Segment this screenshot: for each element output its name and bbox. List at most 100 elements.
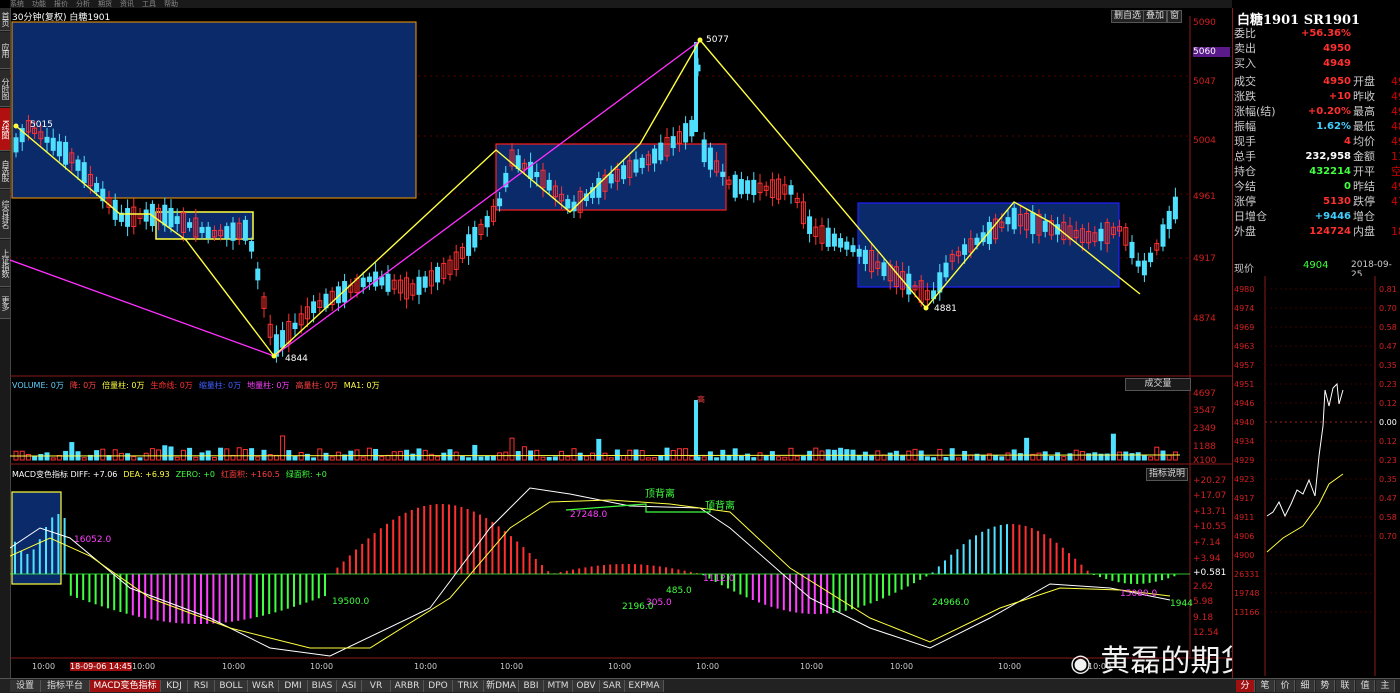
quote-row-key: 卖出 — [1234, 41, 1256, 57]
volume-bar — [1111, 434, 1115, 460]
volume-bar — [26, 455, 30, 460]
indicator-tab-6[interactable]: W&R — [248, 680, 279, 692]
macd-histogram-bar — [578, 568, 580, 574]
left-tab-1[interactable]: 应用 — [0, 32, 10, 69]
left-tab-2[interactable]: 分时图 — [0, 70, 10, 107]
macd-histogram-bar — [777, 574, 779, 609]
indicator-tab-2[interactable]: MACD变色指标 — [90, 680, 161, 692]
indicator-tab-19[interactable]: EXPMA — [625, 680, 664, 692]
quote-tab-1[interactable]: 笔 — [1256, 680, 1275, 692]
macd-histogram-bar — [219, 574, 221, 623]
indicator-tab-11[interactable]: ARBR — [391, 680, 424, 692]
quote-tab-3[interactable]: 细 — [1296, 680, 1315, 692]
candle-body — [944, 263, 948, 277]
menu-item[interactable]: 功能 — [32, 0, 46, 8]
window-button[interactable]: 窗 — [1167, 10, 1182, 23]
indicator-tab-8[interactable]: BIAS — [308, 680, 337, 692]
indicator-tab-10[interactable]: VR — [362, 680, 391, 692]
menu-item[interactable]: 期货 — [98, 0, 112, 8]
pivot-marker — [272, 354, 277, 359]
menu-item[interactable]: 工具 — [142, 0, 156, 8]
indicator-tab-5[interactable]: BOLL — [215, 680, 248, 692]
macd-histogram-bar — [684, 571, 686, 574]
menu-item[interactable]: 帮助 — [164, 0, 178, 8]
left-tab-3[interactable]: K线图 — [0, 108, 10, 151]
left-tab-0[interactable]: 首页 — [0, 8, 10, 31]
macd-histogram-bar — [1087, 571, 1089, 574]
indicator-tab-18[interactable]: SAR — [600, 680, 625, 692]
quote-row: 委比+56.36% — [1233, 26, 1400, 42]
volume-bar — [144, 453, 148, 460]
menu-item[interactable]: 系统 — [10, 0, 24, 8]
candle-body — [95, 184, 99, 192]
quote-tab-6[interactable]: 值 — [1356, 680, 1375, 692]
mini-price-tick: 4957 — [1234, 361, 1254, 370]
volume-bar — [857, 456, 861, 460]
candle-body — [1006, 218, 1010, 224]
indicator-tab-7[interactable]: DMI — [279, 680, 308, 692]
macd-histogram-bar — [820, 574, 822, 614]
indicator-tab-15[interactable]: BBI — [519, 680, 544, 692]
quote-tab-4[interactable]: 势 — [1316, 680, 1335, 692]
left-tab-4[interactable]: 自选股 — [0, 152, 10, 189]
volume-bar — [609, 458, 613, 460]
indicator-tab-3[interactable]: KDJ — [161, 680, 188, 692]
mini-pct-tick: 0.70 — [1379, 532, 1397, 541]
macd-histogram-bar — [188, 574, 190, 624]
volume-bar — [591, 453, 595, 460]
remove-watch-button[interactable]: 删自选 — [1111, 10, 1144, 23]
candle-body — [634, 160, 638, 172]
indicator-tab-12[interactable]: DPO — [424, 680, 453, 692]
volume-button[interactable]: 成交量 — [1125, 378, 1191, 391]
indicator-tab-0[interactable]: 设置 — [10, 680, 41, 692]
indicator-tab-4[interactable]: RSI — [188, 680, 215, 692]
volume-bar — [870, 455, 874, 460]
left-tab-5[interactable]: 综合排名 — [0, 190, 10, 239]
indicator-tab-9[interactable]: ASI — [337, 680, 362, 692]
candle-body — [694, 42, 698, 132]
volume-bar — [694, 400, 698, 460]
quote-stat-value2: 114.8 — [1391, 149, 1400, 165]
left-tab-6[interactable]: 上证指数 — [0, 240, 10, 287]
mini-price-tick: 4946 — [1234, 399, 1254, 408]
quote-tab-0[interactable]: 分 — [1236, 680, 1255, 692]
quote-stat-key: 成交 — [1234, 74, 1256, 90]
macd-histogram-bar — [454, 505, 456, 574]
menu-item[interactable]: 资讯 — [120, 0, 134, 8]
volume-bar — [814, 448, 818, 460]
candle-body — [1130, 242, 1134, 257]
intraday-mini-chart[interactable]: 4980497449694963495749514946494049344929… — [1233, 276, 1400, 676]
mini-pct-tick: 0.58 — [1379, 513, 1397, 522]
time-tick: 10:00 — [696, 662, 719, 671]
volume-bar — [733, 449, 737, 460]
quote-stat-value: 432214 — [1279, 164, 1351, 180]
macd-histogram-bar — [963, 544, 965, 574]
overlay-button[interactable]: 叠加 — [1143, 10, 1167, 23]
indicator-tab-1[interactable]: 指标平台 — [41, 680, 90, 692]
menu-item[interactable]: 报价 — [54, 0, 68, 8]
indicator-tab-17[interactable]: OBV — [573, 680, 600, 692]
indicator-tab-14[interactable]: 新DMA — [484, 680, 519, 692]
quote-tab-5[interactable]: 联 — [1336, 680, 1355, 692]
volume-bar — [801, 457, 805, 460]
macd-histogram-bar — [659, 566, 661, 574]
menu-item[interactable]: 分析 — [76, 0, 90, 8]
quote-stat-value2: 49 — [1391, 134, 1400, 150]
kline-chart-svg[interactable] — [10, 8, 1232, 678]
quote-tab-2[interactable]: 价 — [1276, 680, 1295, 692]
candle-body — [293, 323, 297, 328]
macd-histogram-bar — [975, 535, 977, 574]
indicator-tab-16[interactable]: MTM — [544, 680, 573, 692]
volume-bar — [132, 457, 136, 460]
price-tick: 5090 — [1193, 18, 1216, 28]
macd-histogram-bar — [1111, 574, 1113, 581]
candle-body — [963, 245, 967, 255]
indicator-tab-13[interactable]: TRIX — [453, 680, 484, 692]
left-tab-7[interactable]: 更多 — [0, 288, 10, 319]
macd-histogram-bar — [622, 564, 624, 574]
macd-histogram-bar — [95, 574, 97, 604]
quote-tab-7[interactable]: 主 — [1376, 680, 1395, 692]
quote-stat-value: 4950 — [1279, 74, 1351, 90]
macd-help-button[interactable]: 指标说明 — [1146, 468, 1188, 481]
volume-bar — [460, 456, 464, 460]
